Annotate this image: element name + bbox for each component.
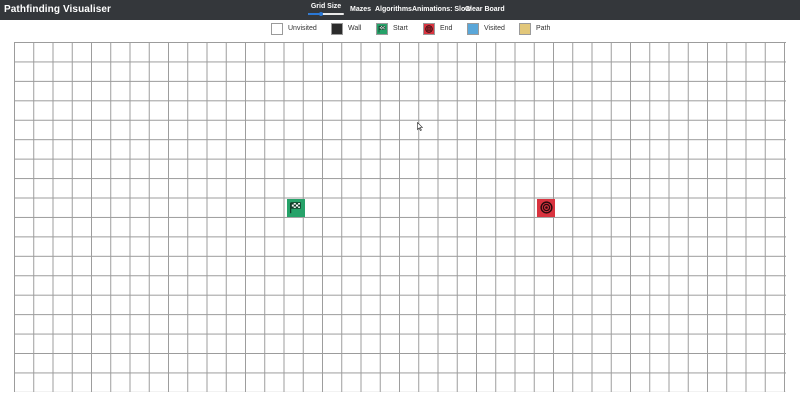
grid-size-label: Grid Size bbox=[310, 3, 342, 10]
checkered-flag-icon bbox=[378, 25, 386, 33]
unvisited-swatch bbox=[271, 23, 283, 35]
start-swatch bbox=[376, 23, 388, 35]
grid-size-slider-thumb[interactable] bbox=[318, 12, 323, 16]
clear-board-button[interactable]: Clear Board bbox=[465, 6, 505, 13]
mouse-cursor-icon bbox=[417, 122, 423, 131]
end-swatch bbox=[423, 23, 435, 35]
start-node[interactable] bbox=[286, 198, 305, 217]
legend-label: Visited bbox=[484, 25, 505, 32]
grid-board[interactable] bbox=[14, 42, 786, 392]
path-swatch bbox=[519, 23, 531, 35]
target-icon bbox=[539, 201, 553, 214]
navbar: Pathfinding Visualiser Grid Size Mazes A… bbox=[0, 0, 800, 20]
legend: Unvisited Wall Start End Visited Path bbox=[0, 20, 800, 40]
mazes-menu[interactable]: Mazes bbox=[350, 6, 371, 13]
grid-size-control[interactable]: Grid Size bbox=[306, 1, 346, 19]
legend-label: Path bbox=[536, 25, 551, 32]
grid-size-slider[interactable] bbox=[308, 12, 344, 16]
checkered-flag-icon bbox=[289, 202, 301, 214]
animations-menu[interactable]: Animations: Slow bbox=[412, 6, 471, 13]
app-title[interactable]: Pathfinding Visualiser bbox=[4, 4, 111, 15]
algorithms-menu[interactable]: Algorithms bbox=[375, 6, 412, 13]
wall-swatch bbox=[331, 23, 343, 35]
legend-label: Start bbox=[393, 25, 408, 32]
legend-label: End bbox=[440, 25, 453, 32]
visited-swatch bbox=[467, 23, 479, 35]
legend-label: Unvisited bbox=[288, 25, 317, 32]
target-icon bbox=[425, 25, 433, 33]
end-node[interactable] bbox=[537, 198, 555, 217]
legend-label: Wall bbox=[348, 25, 362, 32]
